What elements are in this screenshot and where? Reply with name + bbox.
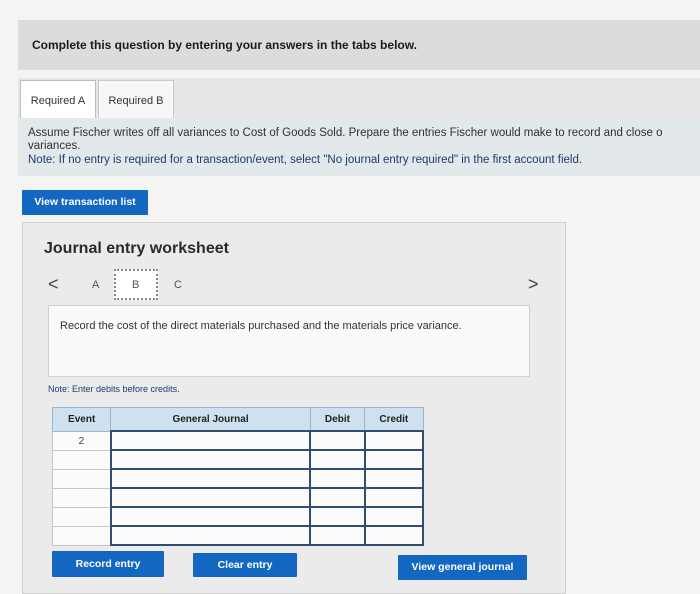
question-line-1: Assume Fischer writes off all variances … [28, 127, 663, 139]
event-cell [51, 449, 112, 470]
record-entry-button[interactable]: Record entry [52, 551, 164, 577]
header-event: Event [51, 407, 112, 432]
event-cell: 2 [51, 430, 112, 451]
instructions-bar: Complete this question by entering your … [18, 20, 700, 70]
nav-item-b[interactable]: B [132, 279, 139, 291]
entry-prompt: Record the cost of the direct materials … [48, 305, 530, 377]
general-journal-select[interactable] [109, 430, 312, 451]
general-journal-select[interactable] [109, 525, 312, 546]
table-row [51, 468, 425, 489]
table-row [51, 487, 425, 508]
credit-input[interactable] [363, 430, 425, 451]
question-text: Assume Fischer writes off all variances … [18, 118, 700, 176]
question-line-2: variances. [28, 140, 81, 152]
view-general-journal-button[interactable]: View general journal [398, 555, 527, 580]
credit-input[interactable] [363, 468, 425, 489]
debits-note: Note: Enter debits before credits. [48, 384, 180, 394]
debit-input[interactable] [309, 449, 366, 470]
header-credit: Credit [364, 407, 424, 432]
credit-input[interactable] [363, 449, 425, 470]
debit-input[interactable] [309, 487, 366, 508]
credit-input[interactable] [363, 506, 425, 527]
instructions-text: Complete this question by entering your … [32, 38, 417, 52]
nav-item-c[interactable]: C [174, 279, 182, 291]
question-note: Note: If no entry is required for a tran… [28, 154, 583, 166]
debit-input[interactable] [309, 468, 366, 489]
chevron-left-icon[interactable]: < [48, 274, 59, 295]
general-journal-select[interactable] [109, 487, 312, 508]
debit-input[interactable] [309, 430, 366, 451]
view-transaction-list-button[interactable]: View transaction list [22, 190, 148, 215]
general-journal-select[interactable] [109, 449, 312, 470]
event-cell [51, 525, 112, 546]
general-journal-select[interactable] [109, 506, 312, 527]
general-journal-select[interactable] [109, 468, 312, 489]
required-tabs: Required A Required B [18, 78, 700, 118]
table-row: 2 [51, 430, 425, 451]
tab-required-b[interactable]: Required B [98, 80, 174, 118]
table-row [51, 525, 425, 546]
chevron-right-icon[interactable]: > [528, 274, 539, 295]
table-row [51, 449, 425, 470]
header-debit: Debit [309, 407, 366, 432]
event-cell [51, 487, 112, 508]
event-cell [51, 506, 112, 527]
tab-required-a[interactable]: Required A [20, 80, 96, 118]
event-cell [51, 468, 112, 489]
journal-table: Event General Journal Debit Credit 2 [51, 407, 425, 546]
worksheet-title: Journal entry worksheet [44, 240, 229, 257]
clear-entry-button[interactable]: Clear entry [193, 553, 297, 577]
header-general-journal: General Journal [110, 407, 311, 432]
debit-input[interactable] [309, 525, 366, 546]
nav-item-a[interactable]: A [92, 279, 99, 291]
table-row [51, 506, 425, 527]
credit-input[interactable] [363, 487, 425, 508]
debit-input[interactable] [309, 506, 366, 527]
credit-input[interactable] [363, 525, 425, 546]
entry-prompt-text: Record the cost of the direct materials … [60, 320, 462, 332]
